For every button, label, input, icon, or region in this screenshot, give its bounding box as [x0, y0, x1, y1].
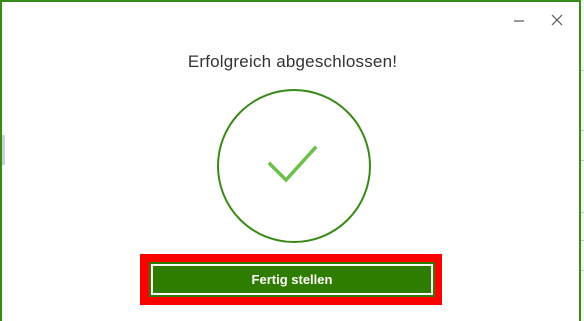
close-button[interactable]	[549, 12, 565, 28]
dialog-heading: Erfolgreich abgeschlossen!	[187, 52, 398, 71]
checkmark-circle-icon	[217, 89, 371, 243]
success-indicator	[214, 86, 374, 246]
window-edge-marker	[2, 135, 5, 165]
minimize-button[interactable]	[511, 12, 527, 28]
close-icon	[551, 14, 563, 26]
window-controls	[511, 12, 565, 28]
minimize-icon	[514, 20, 524, 22]
finish-button[interactable]: Fertig stellen	[149, 262, 435, 297]
